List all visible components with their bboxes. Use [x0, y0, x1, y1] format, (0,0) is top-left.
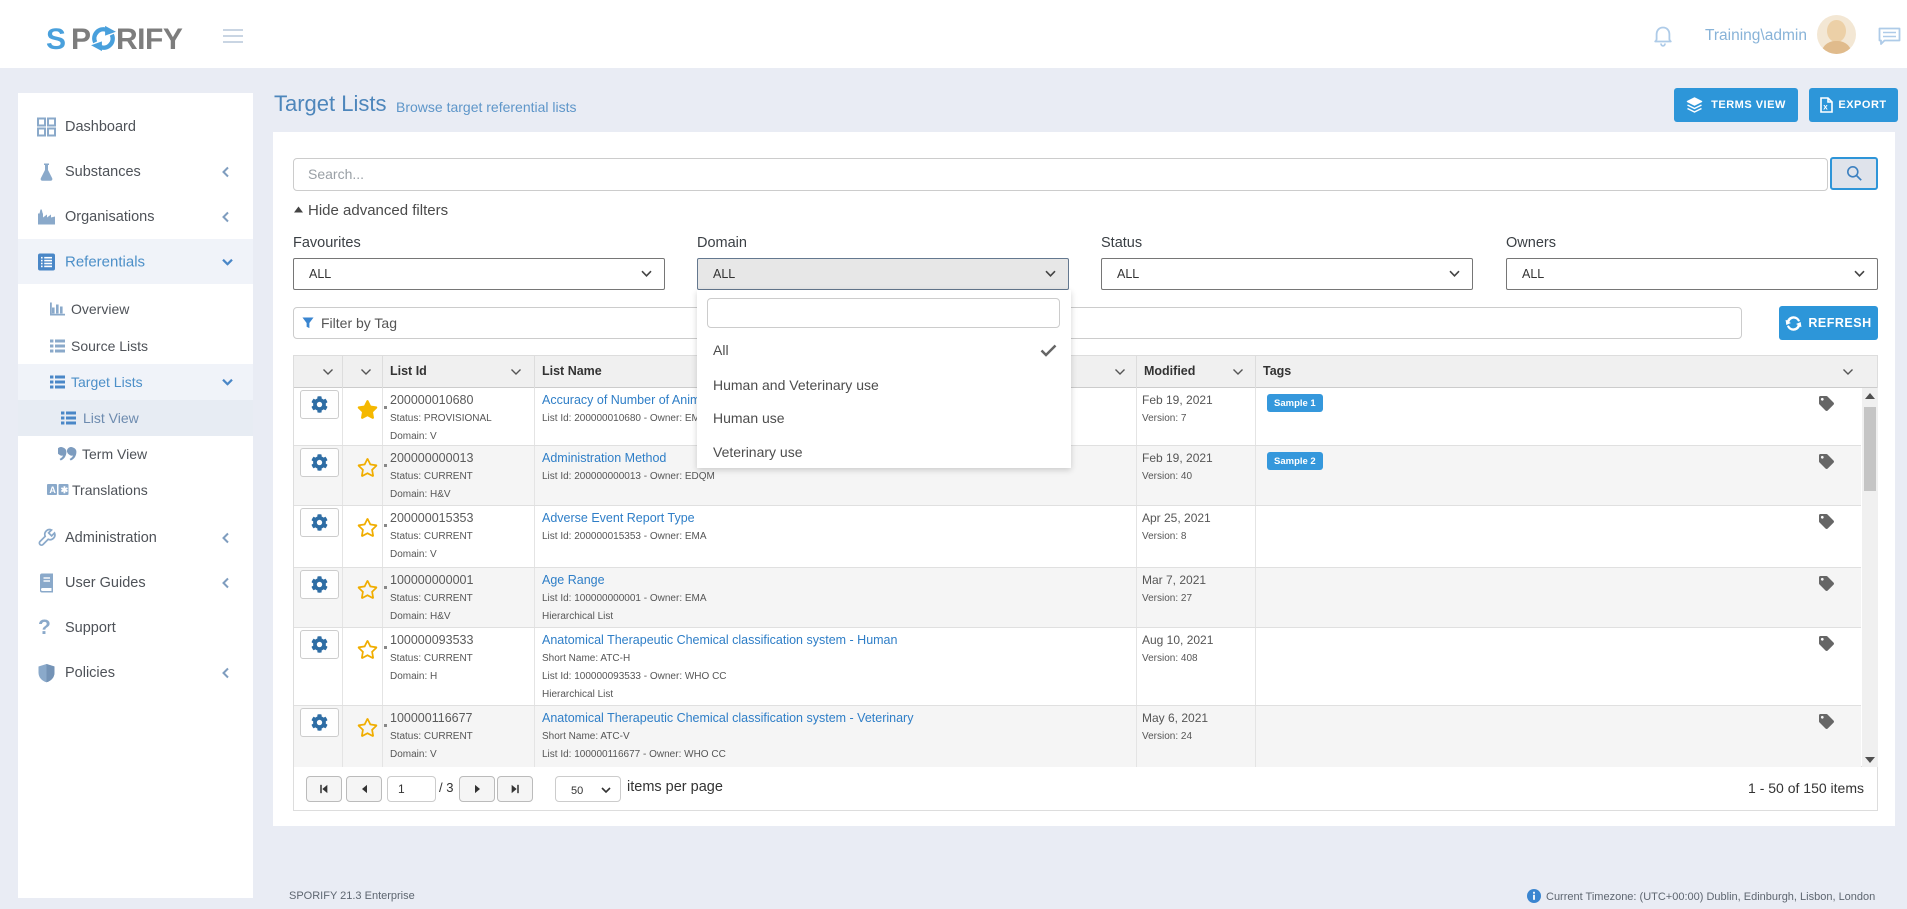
- svg-text:x: x: [1824, 103, 1829, 112]
- svg-text:RIFY: RIFY: [116, 23, 183, 56]
- svg-text:S: S: [46, 23, 67, 56]
- svg-text:A: A: [49, 485, 56, 495]
- svg-text:P: P: [71, 23, 92, 56]
- svg-text:✱: ✱: [61, 485, 69, 495]
